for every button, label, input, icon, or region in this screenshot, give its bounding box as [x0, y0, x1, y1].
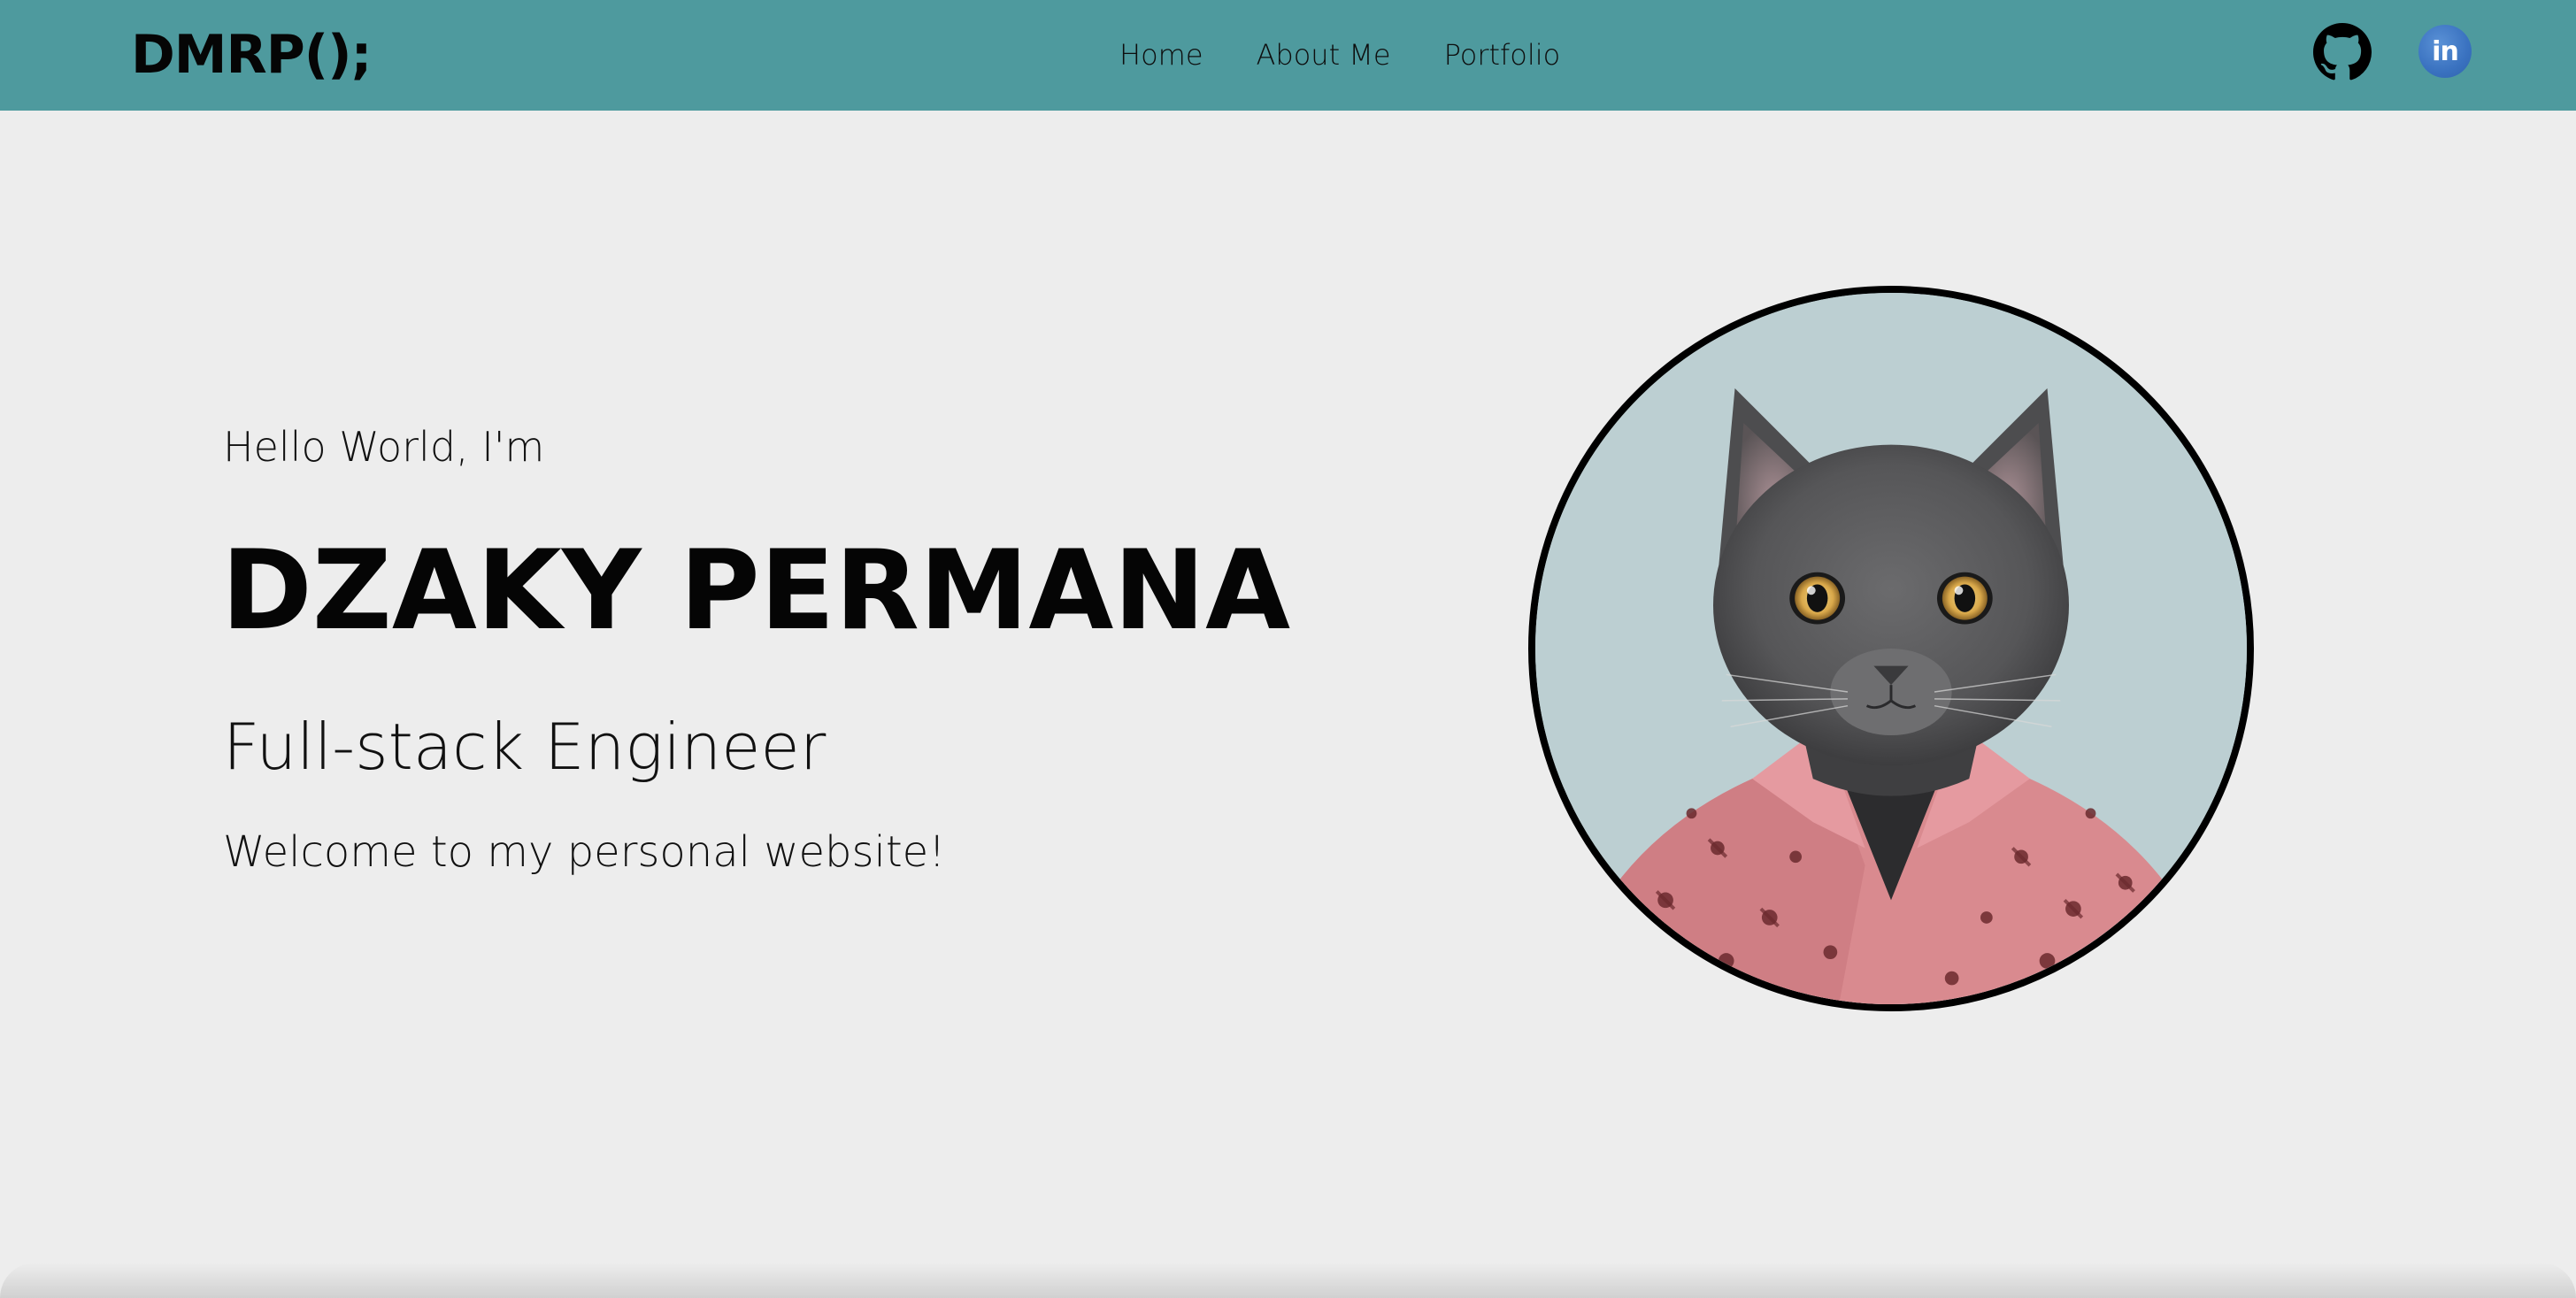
hero-greeting: Hello World, I'm — [223, 423, 545, 471]
navbar: DMRP(); Home About Me Portfolio in — [0, 0, 2576, 111]
nav-link-portfolio[interactable]: Portfolio — [1444, 32, 1561, 78]
cat-portrait-image — [1535, 293, 2247, 1004]
avatar — [1528, 286, 2254, 1011]
hero-role: Full-stack Engineer — [223, 710, 827, 784]
hero-name: DZAKY PERMANA — [221, 527, 1291, 655]
bottom-shadow — [0, 1263, 2576, 1298]
nav-link-home[interactable]: Home — [1119, 32, 1203, 78]
hero-welcome: Welcome to my personal website! — [223, 827, 946, 877]
page: DMRP(); Home About Me Portfolio in Hello… — [0, 0, 2576, 1298]
linkedin-glyph: in — [2432, 35, 2459, 67]
brand-logo[interactable]: DMRP(); — [131, 19, 373, 90]
github-icon[interactable] — [2313, 23, 2372, 81]
linkedin-icon[interactable]: in — [2418, 25, 2472, 78]
nav-link-about-me[interactable]: About Me — [1257, 32, 1391, 78]
nav-links: Home About Me Portfolio — [1119, 32, 1560, 78]
